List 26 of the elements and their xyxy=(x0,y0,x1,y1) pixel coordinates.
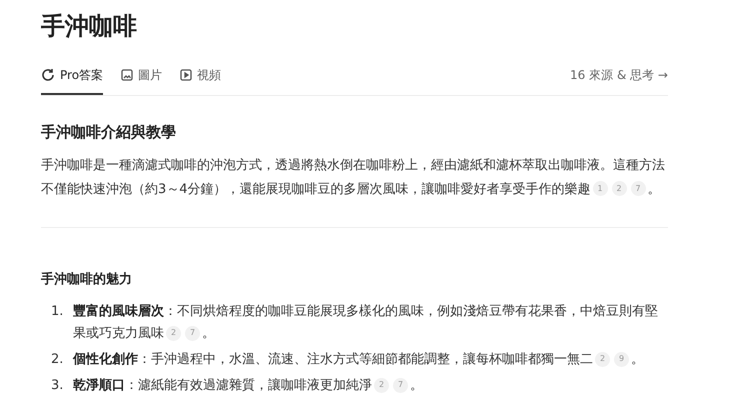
list-number: 1. xyxy=(51,303,64,321)
citation-badge[interactable]: 7 xyxy=(630,181,646,196)
page-title: 手沖咖啡 xyxy=(41,11,137,42)
citation-badge[interactable]: 2 xyxy=(612,181,627,196)
sources-link[interactable]: 16 來源 & 思考 → xyxy=(570,66,668,95)
tab[interactable]: 圖片 xyxy=(121,66,162,95)
list-number: 3. xyxy=(51,377,64,395)
citation-badge[interactable]: 2 xyxy=(166,326,181,341)
citation-badge[interactable]: 2 xyxy=(374,378,389,393)
tab[interactable]: 視頻 xyxy=(180,66,222,95)
citation-badge[interactable]: 1 xyxy=(592,181,608,196)
paragraph: 手沖咖啡是一種滴濾式咖啡的沖泡方式，透過將熱水倒在咖啡粉上，經由濾紙和濾杯萃取出咖啡液。這種方法不僅能快速沖泡（約3～4分鐘），還能展現咖啡豆的多層次風味，讓咖啡愛好者享受手作的樂趣 1 2 7 。 xyxy=(41,156,666,198)
list-item-text: 乾淨順口：濾紙能有效過濾雜質，讓咖啡液更加純淨 2 7 。 xyxy=(73,376,423,395)
image-icon xyxy=(121,69,134,81)
citation-badge[interactable]: 9 xyxy=(614,352,629,367)
citation-badge[interactable]: 7 xyxy=(393,378,408,393)
list-item-text: 豐富的風味層次：不同烘焙程度的咖啡豆能展現多樣化的風味，例如淺焙豆帶有花果香，中焙豆則有堅果或巧克力風味 2 7 。 xyxy=(73,302,659,343)
refresh-icon xyxy=(41,68,55,82)
play-icon xyxy=(180,69,192,81)
section-heading: 手沖咖啡介紹與教學 xyxy=(41,122,176,143)
citation-badge[interactable]: 2 xyxy=(595,352,610,367)
list-number: 2. xyxy=(51,351,64,369)
citation-badge[interactable]: 7 xyxy=(185,326,200,341)
subsection-heading: 手沖咖啡的魅力 xyxy=(41,270,132,288)
tab[interactable]: Pro答案 xyxy=(41,66,104,95)
list-item-text: 個性化創作：手沖過程中，水溫、流速、注水方式等細節都能調整，讓每杯咖啡都獨一無二 2 9 。 xyxy=(73,350,644,369)
